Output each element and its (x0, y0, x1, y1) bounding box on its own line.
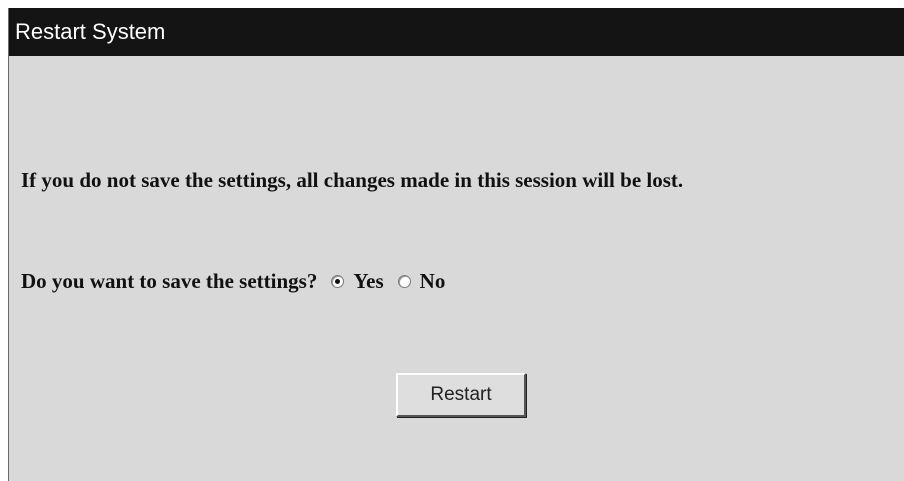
no-label: No (419, 268, 446, 293)
restart-system-window: Restart System If you do not save the se… (8, 8, 904, 481)
warning-message: If you do not save the settings, all cha… (21, 168, 684, 192)
save-yes-option[interactable]: Yes (331, 268, 384, 294)
yes-label: Yes (353, 268, 384, 293)
yes-radio[interactable] (331, 274, 345, 288)
save-settings-question-row: Do you want to save the settings? Yes No (21, 263, 459, 299)
window-title: Restart System (9, 8, 904, 56)
restart-button[interactable]: Restart (396, 373, 526, 417)
no-radio[interactable] (397, 274, 411, 288)
save-settings-question: Do you want to save the settings? (21, 268, 318, 293)
save-no-option[interactable]: No (397, 268, 446, 294)
